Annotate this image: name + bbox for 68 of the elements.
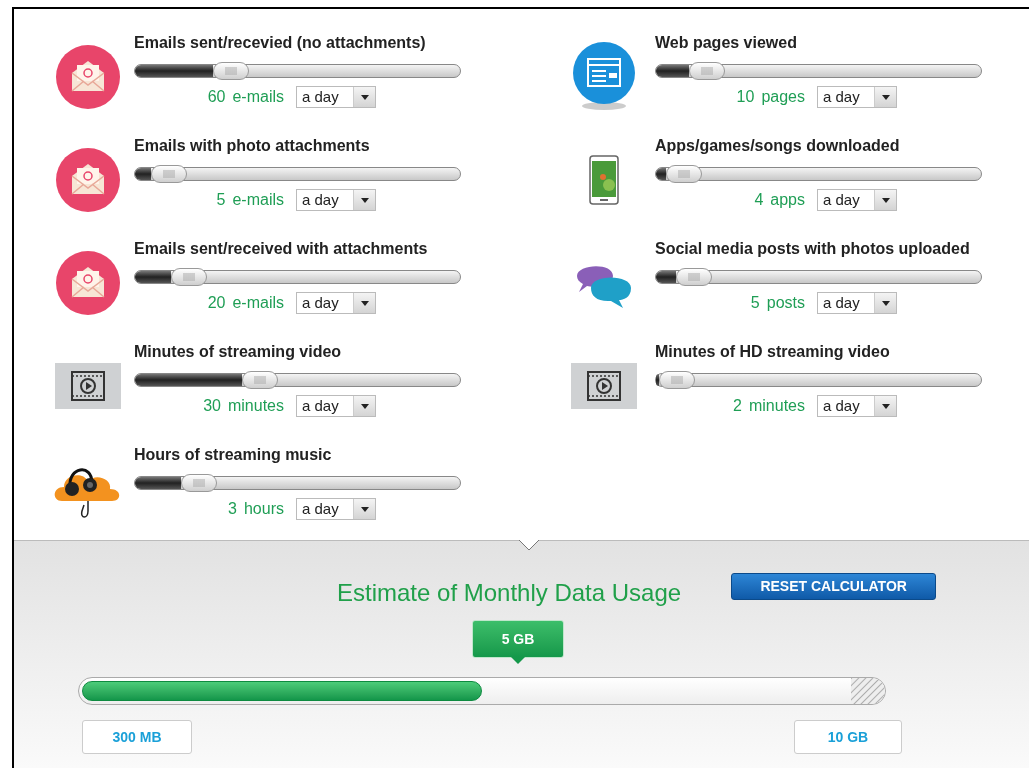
item-label: Minutes of streaming video	[134, 342, 343, 362]
amount-value: 5	[750, 293, 760, 313]
slider-thumb[interactable]	[659, 371, 696, 389]
amount-value: 10	[736, 87, 755, 107]
amount-value: 3	[228, 499, 237, 519]
caret-icon	[360, 300, 369, 306]
summary-title: Estimate of Monthly Data Usage	[337, 579, 682, 607]
smartphone-icon	[589, 155, 619, 205]
envelope-icon	[56, 148, 120, 212]
period-dropdown[interactable]: a day	[296, 395, 376, 417]
envelope-icon	[56, 45, 120, 109]
amount-value: 30	[203, 396, 221, 416]
item-label: Social media posts with photos uploaded	[655, 239, 971, 259]
amount-unit: e-mails	[232, 293, 284, 313]
amount-unit: e-mails	[232, 190, 284, 210]
period-dropdown[interactable]: a day	[817, 292, 897, 314]
amount-unit: hours	[243, 499, 284, 519]
caret-icon	[360, 403, 369, 409]
pointer-notch	[519, 540, 539, 551]
amount-value: 2	[733, 396, 742, 416]
period-dropdown[interactable]: a day	[296, 86, 376, 108]
item-label: Web pages viewed	[655, 33, 798, 53]
slider-thumb[interactable]	[688, 62, 725, 80]
caret-icon	[881, 94, 890, 100]
slider-thumb[interactable]	[242, 371, 279, 389]
item-label: Emails sent/recevied (no attachments)	[134, 33, 427, 53]
item-label: Apps/games/songs downloaded	[655, 136, 901, 156]
amount-unit: posts	[766, 293, 805, 313]
slider-thumb[interactable]	[180, 474, 217, 492]
amount-value: 60	[207, 87, 226, 107]
amount-unit: minutes	[227, 396, 284, 416]
slider-thumb[interactable]	[213, 62, 249, 80]
caret-icon	[881, 197, 890, 203]
amount-unit: e-mails	[232, 87, 284, 107]
caret-icon	[360, 506, 369, 512]
slider-thumb[interactable]	[665, 165, 702, 183]
slider-thumb[interactable]	[170, 268, 207, 286]
period-dropdown[interactable]: a day	[817, 395, 897, 417]
amount-value: 4	[754, 190, 764, 210]
max-label: 10 GB	[794, 720, 902, 754]
item-label: Minutes of HD streaming video	[655, 342, 891, 362]
item-label: Emails with photo attachments	[134, 136, 371, 156]
film-play-icon	[55, 363, 121, 409]
slider-thumb[interactable]	[151, 165, 188, 183]
envelope-icon	[56, 251, 120, 315]
caret-icon	[881, 300, 890, 306]
reset-calculator-button[interactable]: RESET CALCULATOR	[731, 573, 937, 600]
amount-value: 5	[216, 190, 226, 210]
period-dropdown[interactable]: a day	[817, 86, 897, 108]
period-dropdown[interactable]: a day	[296, 189, 376, 211]
item-label: Hours of streaming music	[134, 445, 333, 465]
slider-thumb[interactable]	[675, 268, 712, 286]
period-dropdown[interactable]: a day	[296, 292, 376, 314]
amount-unit: apps	[770, 190, 805, 210]
hatched-end	[851, 678, 885, 704]
caret-icon	[881, 403, 890, 409]
film-play-icon	[571, 363, 637, 409]
period-dropdown[interactable]: a day	[817, 189, 897, 211]
caret-icon	[360, 94, 369, 100]
amount-value: 20	[207, 293, 226, 313]
amount-unit: pages	[761, 87, 805, 107]
item-label: Emails sent/received with attachments	[134, 239, 429, 259]
caret-icon	[360, 197, 369, 203]
period-dropdown[interactable]: a day	[296, 498, 376, 520]
badge-pointer	[511, 657, 525, 665]
min-label: 300 MB	[82, 720, 192, 754]
amount-unit: minutes	[748, 396, 805, 416]
browser-window-icon	[571, 42, 637, 112]
